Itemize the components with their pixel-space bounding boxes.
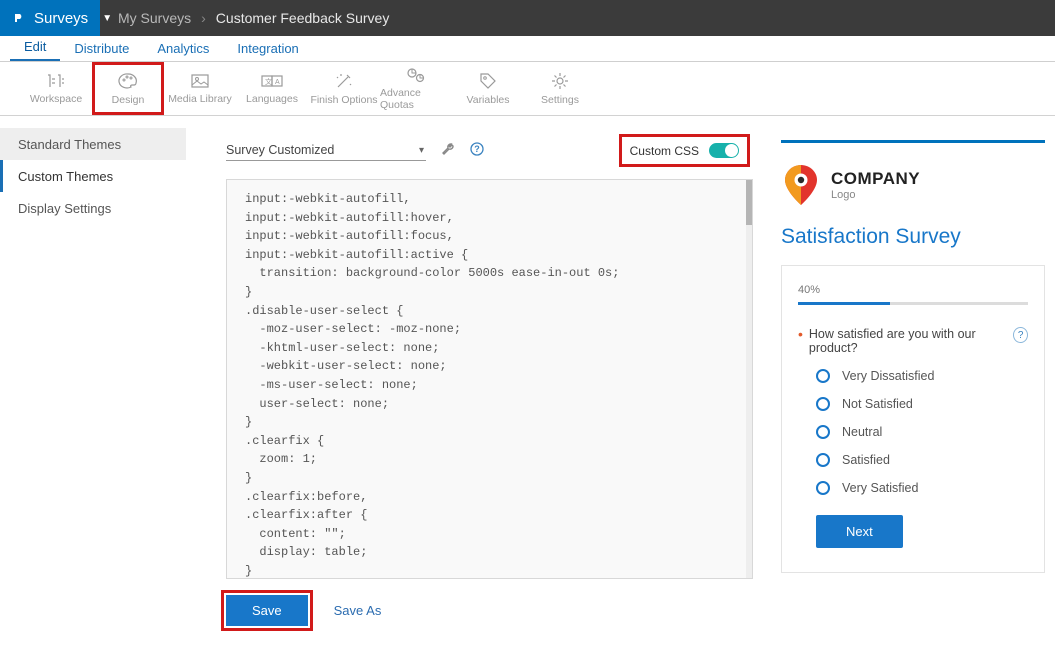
subnav-custom-themes[interactable]: Custom Themes [0,160,186,192]
theme-select-value: Survey Customized [226,143,334,157]
wrench-icon[interactable] [440,141,456,160]
subnav-standard-themes[interactable]: Standard Themes [0,128,186,160]
option-label: Satisfied [842,453,890,467]
save-button[interactable]: Save [226,595,308,626]
left-subnav: Standard Themes Custom Themes Display Se… [0,116,186,646]
toolbar: Workspace Design Media Library 文A Langua… [0,62,1055,116]
breadcrumb-current: Customer Feedback Survey [216,10,390,26]
tool-settings[interactable]: Settings [524,62,596,115]
preview-panel: COMPANY Logo Satisfaction Survey 40% • H… [765,116,1055,646]
tool-workspace[interactable]: Workspace [20,62,92,115]
option-item[interactable]: Very Dissatisfied [816,369,1028,383]
tool-languages[interactable]: 文A Languages [236,62,308,115]
tool-advance-quotas[interactable]: Advance Quotas [380,62,452,115]
workspace-icon [46,73,66,89]
option-label: Not Satisfied [842,397,913,411]
tab-integration[interactable]: Integration [223,36,312,61]
tool-label: Variables [467,94,510,106]
breadcrumb: My Surveys › Customer Feedback Survey [100,0,407,36]
quotas-icon [406,67,426,83]
wand-icon [335,72,353,90]
help-icon[interactable]: ? [470,142,484,159]
center-panel: Survey Customized ▾ ? Custom CSS input:-… [186,116,765,646]
tool-label: Media Library [168,93,232,105]
brand-menu[interactable]: Surveys ▼ [0,0,100,36]
pin-icon [781,163,821,207]
tool-label: Design [112,94,145,106]
tool-label: Settings [541,94,579,106]
question-help-icon[interactable]: ? [1013,327,1028,343]
theme-header-row: Survey Customized ▾ ? Custom CSS [226,140,753,161]
progress-label: 40% [798,284,1028,296]
company-logo-text: COMPANY Logo [831,169,920,201]
tool-label: Advance Quotas [380,87,452,111]
survey-card: 40% • How satisfied are you with our pro… [781,265,1045,573]
option-label: Very Satisfied [842,481,918,495]
toggle-switch[interactable] [709,143,739,158]
languages-icon: 文A [261,73,283,89]
tool-label: Finish Options [310,94,377,106]
radio-icon [816,453,830,467]
question-row: • How satisfied are you with our product… [798,327,1028,355]
progress-bar [798,302,1028,305]
option-item[interactable]: Satisfied [816,453,1028,467]
tool-finish-options[interactable]: Finish Options [308,62,380,115]
options-group: Very Dissatisfied Not Satisfied Neutral … [798,369,1028,495]
brand-label: Surveys [34,10,88,27]
tool-design[interactable]: Design [92,62,164,115]
tab-edit[interactable]: Edit [10,34,60,61]
image-icon [190,73,210,89]
survey-title: Satisfaction Survey [781,225,1045,249]
tool-media-library[interactable]: Media Library [164,62,236,115]
theme-select[interactable]: Survey Customized ▾ [226,140,426,161]
subnav-display-settings[interactable]: Display Settings [0,192,186,224]
scrollbar-thumb[interactable] [746,180,752,225]
tool-label: Workspace [30,93,82,105]
radio-icon [816,425,830,439]
company-sub: Logo [831,189,920,201]
toggle-label: Custom CSS [630,144,699,158]
scrollbar-track[interactable] [746,180,752,578]
company-name: COMPANY [831,169,920,189]
work-area: Standard Themes Custom Themes Display Se… [0,116,1055,646]
option-item[interactable]: Very Satisfied [816,481,1028,495]
radio-icon [816,397,830,411]
css-editor-content: input:-webkit-autofill, input:-webkit-au… [245,192,619,579]
option-item[interactable]: Neutral [816,425,1028,439]
breadcrumb-root[interactable]: My Surveys [118,10,191,26]
tool-variables[interactable]: Variables [452,62,524,115]
save-as-link[interactable]: Save As [334,603,382,618]
chevron-right-icon: › [201,10,206,26]
tab-distribute[interactable]: Distribute [60,36,143,61]
tag-icon [479,72,497,90]
tab-analytics[interactable]: Analytics [143,36,223,61]
option-item[interactable]: Not Satisfied [816,397,1028,411]
palette-icon [118,72,138,90]
custom-css-toggle[interactable]: Custom CSS [626,141,743,160]
svg-text:?: ? [474,144,480,154]
radio-icon [816,369,830,383]
button-row: Save Save As [226,595,753,626]
primary-tab-row: Edit Distribute Analytics Integration [0,36,1055,62]
topbar: Surveys ▼ My Surveys › Customer Feedback… [0,0,1055,36]
preview-top-accent [781,140,1045,143]
gear-icon [551,72,569,90]
question-text: How satisfied are you with our product? [809,327,1007,355]
tool-label: Languages [246,93,298,105]
company-logo: COMPANY Logo [781,163,1045,207]
svg-text:文: 文 [265,77,272,86]
option-label: Very Dissatisfied [842,369,934,383]
option-label: Neutral [842,425,882,439]
svg-text:A: A [275,79,280,86]
radio-icon [816,481,830,495]
next-button[interactable]: Next [816,515,903,548]
caret-down-icon: ▾ [419,145,424,156]
css-editor[interactable]: input:-webkit-autofill, input:-webkit-au… [226,179,753,579]
brand-logo-icon [12,11,26,25]
required-icon: • [798,327,803,341]
